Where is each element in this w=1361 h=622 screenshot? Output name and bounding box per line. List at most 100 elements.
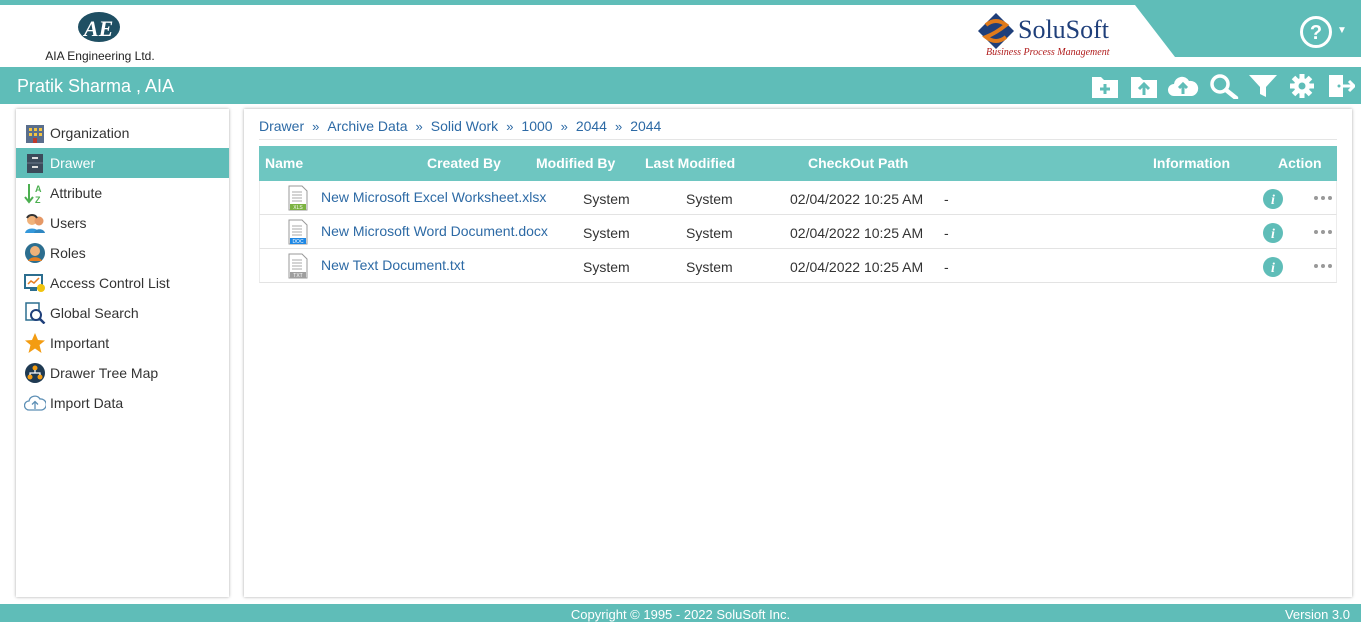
info-icon[interactable]: i	[1263, 189, 1283, 209]
table-header: Name Created By Modified By Last Modifie…	[259, 146, 1337, 181]
info-icon[interactable]: i	[1263, 223, 1283, 243]
divider	[259, 139, 1337, 140]
sidebar-item-users[interactable]: Users	[16, 208, 229, 238]
new-folder-icon[interactable]	[1091, 73, 1119, 99]
organization-icon	[26, 125, 44, 143]
sidebar-item-label: Drawer Tree Map	[50, 365, 159, 381]
sidebar-item-label: Roles	[50, 245, 86, 261]
column-header-created-by[interactable]: Created By	[427, 155, 501, 171]
sidebar-item-drawer-tree-map[interactable]: Drawer Tree Map	[16, 358, 229, 388]
users-icon	[25, 214, 45, 233]
svg-text:A: A	[35, 184, 42, 194]
column-header-checkout-path[interactable]: CheckOut Path	[808, 155, 908, 171]
breadcrumb-separator: »	[614, 118, 623, 134]
modified-by-cell: System	[686, 259, 733, 275]
sidebar-item-label: Access Control List	[50, 275, 170, 291]
breadcrumb-item[interactable]: 2044	[576, 118, 607, 134]
global-search-icon	[25, 302, 46, 324]
logout-icon[interactable]	[1327, 73, 1355, 99]
filter-icon[interactable]	[1248, 73, 1278, 99]
sidebar-item-drawer[interactable]: Drawer	[16, 148, 229, 178]
created-by-cell: System	[583, 225, 630, 241]
breadcrumb-item[interactable]: 2044	[630, 118, 661, 134]
sidebar-item-organization[interactable]: Organization	[16, 118, 229, 148]
breadcrumb-separator: »	[312, 118, 320, 134]
brand-tagline: Business Process Management	[986, 47, 1110, 58]
svg-text:i: i	[1271, 193, 1275, 208]
breadcrumb-item[interactable]: Solid Work	[431, 118, 498, 134]
excel-file-icon: XLS	[288, 185, 308, 211]
chevron-down-icon[interactable]: ▼	[1337, 25, 1347, 36]
version-label: Version 3.0	[1284, 607, 1350, 622]
user-label: Pratik Sharma , AIA	[17, 76, 175, 96]
sidebar-item-label: Drawer	[50, 155, 96, 171]
sidebar-item-important[interactable]: Important	[16, 328, 229, 358]
file-name-link[interactable]: New Microsoft Excel Worksheet.xlsx	[321, 189, 546, 205]
search-icon[interactable]	[1208, 73, 1240, 99]
sidebar-item-access-control-list[interactable]: Access Control List	[16, 268, 229, 298]
cloud-upload-icon[interactable]	[1167, 73, 1199, 99]
info-icon[interactable]: i	[1263, 257, 1283, 277]
file-name-link[interactable]: New Text Document.txt	[321, 257, 465, 273]
svg-text:?: ?	[1310, 22, 1322, 44]
breadcrumb: Drawer » Archive Data » Solid Work » 100…	[259, 116, 661, 136]
gear-icon[interactable]	[1289, 73, 1315, 99]
breadcrumb-separator: »	[560, 118, 568, 134]
svg-text:i: i	[1271, 227, 1275, 242]
sidebar-item-roles[interactable]: Roles	[16, 238, 229, 268]
svg-text:AE: AE	[82, 16, 113, 41]
table-row[interactable]: DOC New Microsoft Word Document.docx Sys…	[259, 215, 1337, 249]
created-by-cell: System	[583, 191, 630, 207]
sort-az-icon: AZ	[24, 184, 42, 204]
file-type-label: XLS	[293, 205, 303, 211]
sidebar-item-global-search[interactable]: Global Search	[16, 298, 229, 328]
table-row[interactable]: XLS New Microsoft Excel Worksheet.xlsx S…	[259, 181, 1337, 215]
sidebar-item-label: Users	[50, 215, 87, 231]
column-header-name[interactable]: Name	[265, 155, 303, 171]
svg-text:i: i	[1271, 261, 1275, 276]
more-options-icon[interactable]	[1313, 263, 1333, 269]
roles-icon	[25, 243, 45, 263]
checkout-path-cell: -	[944, 225, 949, 241]
sidebar-item-label: Global Search	[50, 305, 139, 321]
table-row[interactable]: TXT New Text Document.txt System System …	[259, 249, 1337, 283]
more-options-icon[interactable]	[1313, 195, 1333, 201]
brand-name: SoluSoft	[1018, 15, 1110, 44]
aia-logo-icon: AE	[78, 12, 120, 42]
breadcrumb-item[interactable]: Archive Data	[327, 118, 407, 134]
sidebar-item-attribute[interactable]: AZ Attribute	[16, 178, 229, 208]
column-header-last-modified[interactable]: Last Modified	[645, 155, 735, 171]
created-by-cell: System	[583, 259, 630, 275]
company-name: AIA Engineering Ltd.	[45, 49, 155, 63]
last-modified-cell: 02/04/2022 10:25 AM	[790, 191, 924, 207]
column-header-action[interactable]: Action	[1278, 155, 1322, 171]
main-panel: Drawer » Archive Data » Solid Work » 100…	[244, 109, 1352, 597]
sidebar-item-label: Attribute	[50, 185, 103, 201]
cloud-import-icon	[24, 395, 46, 411]
sidebar-item-import-data[interactable]: Import Data	[16, 388, 229, 418]
drawer-icon	[27, 154, 43, 173]
breadcrumb-item[interactable]: 1000	[521, 118, 552, 134]
more-options-icon[interactable]	[1313, 229, 1333, 235]
breadcrumb-separator: »	[415, 118, 423, 134]
breadcrumb-separator: »	[506, 118, 514, 134]
sidebar-item-label: Organization	[50, 125, 130, 141]
file-type-label: DOC	[292, 239, 304, 245]
svg-text:Z: Z	[35, 195, 41, 204]
sidebar: Organization Drawer AZ Attribute Users R…	[16, 109, 229, 597]
sidebar-item-label: Important	[50, 335, 110, 351]
copyright-text: Copyright © 1995 - 2022 SoluSoft Inc.	[570, 607, 791, 622]
access-control-icon	[24, 274, 45, 292]
file-type-label: TXT	[293, 273, 302, 279]
modified-by-cell: System	[686, 225, 733, 241]
word-file-icon: DOC	[288, 219, 308, 245]
breadcrumb-item[interactable]: Drawer	[259, 118, 304, 134]
upload-folder-icon[interactable]	[1130, 73, 1158, 99]
column-header-information[interactable]: Information	[1153, 155, 1230, 171]
file-name-link[interactable]: New Microsoft Word Document.docx	[321, 223, 548, 239]
column-header-modified-by[interactable]: Modified By	[536, 155, 615, 171]
user-bar: Pratik Sharma , AIA	[0, 67, 1361, 104]
company-logo: AE AIA Engineering Ltd.	[40, 7, 160, 65]
help-circle-icon[interactable]: ?	[1299, 15, 1333, 49]
checkout-path-cell: -	[944, 191, 949, 207]
